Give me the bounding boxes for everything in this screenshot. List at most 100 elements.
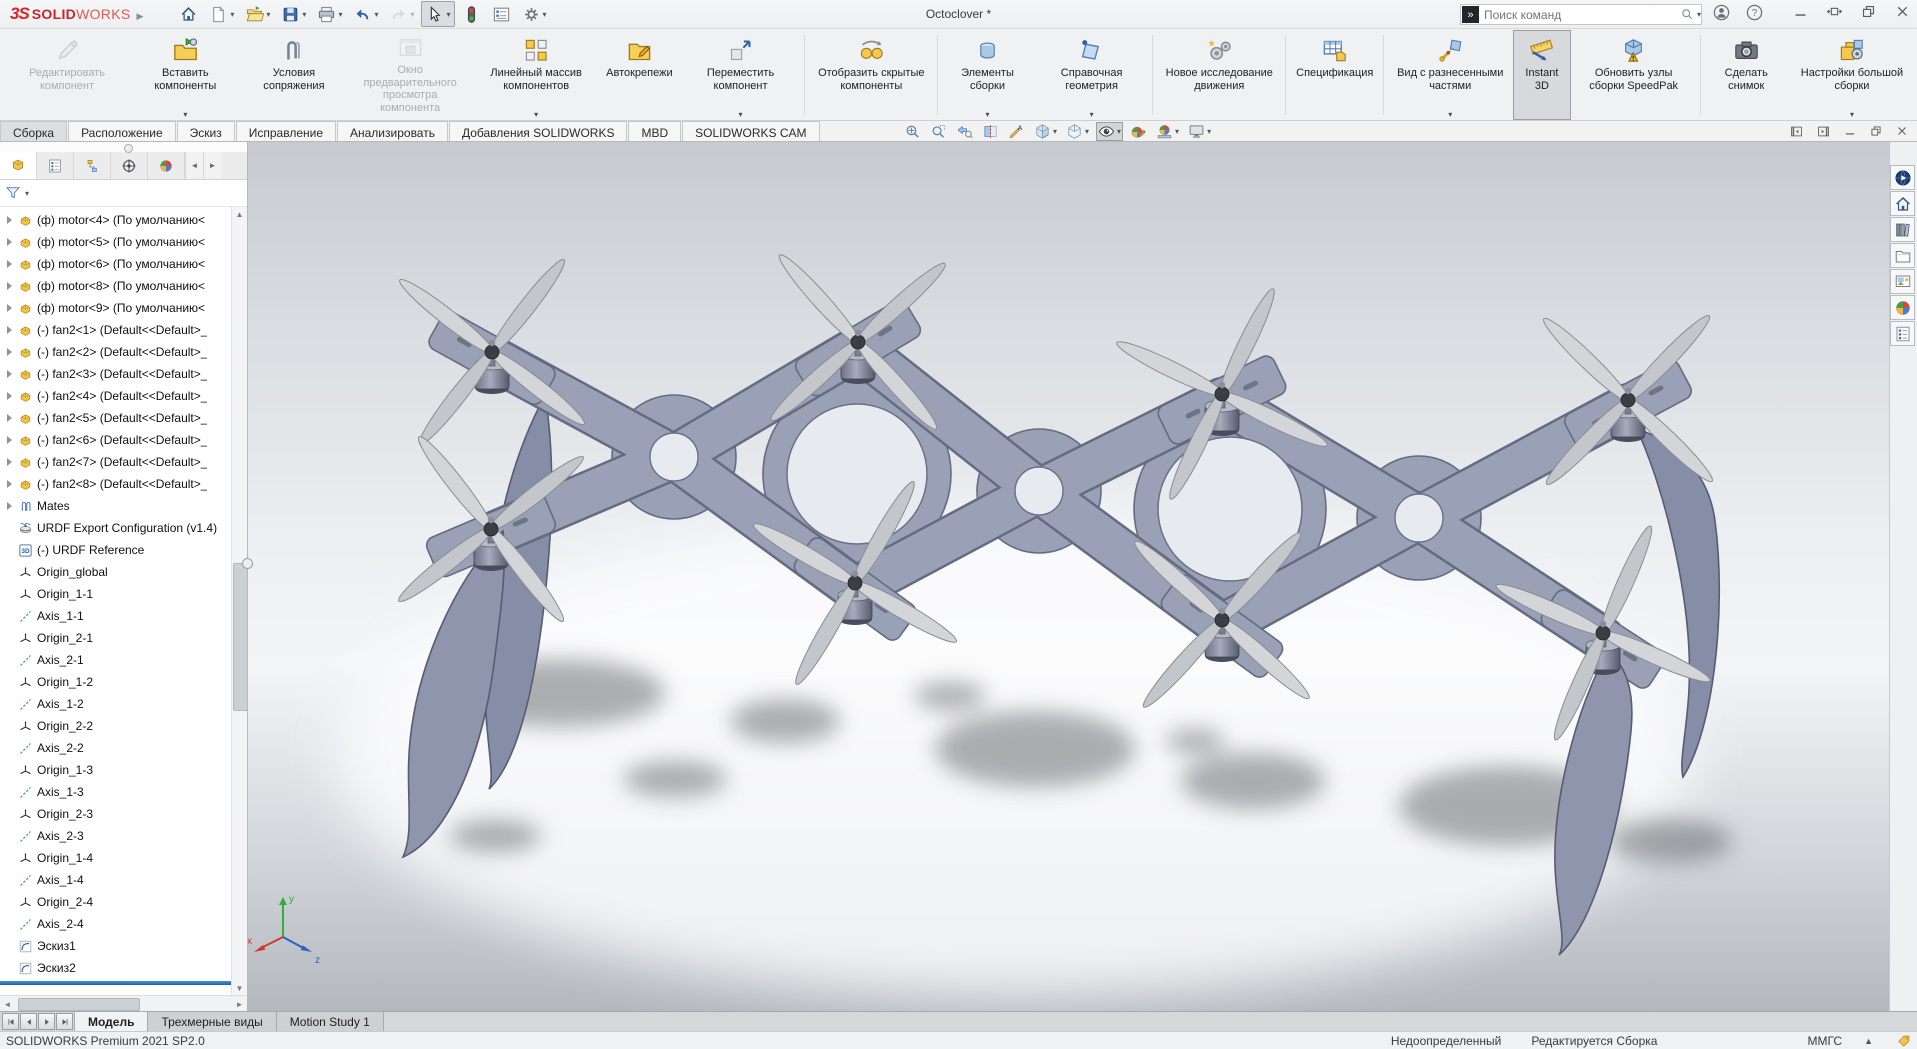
taskpane-appearances-scenes-button[interactable] xyxy=(1890,295,1915,320)
view-tab-модель[interactable]: Модель xyxy=(74,1012,148,1031)
ribbon-button-mates[interactable]: Условия сопряжения xyxy=(241,30,347,120)
zoom-fit-button[interactable] xyxy=(902,122,923,141)
pane-left-icon[interactable] xyxy=(1789,124,1804,139)
search-caret-icon[interactable]: ▾ xyxy=(1697,10,1701,19)
ribbon-button-move-component[interactable]: Переместить компонент xyxy=(680,30,802,120)
tag-icon[interactable] xyxy=(1897,1034,1911,1048)
dropdown-caret-icon[interactable]: ▾ xyxy=(543,10,547,19)
tree-item[interactable]: (-) fan2<8> (Default<<Default>_ xyxy=(0,473,247,495)
tree-item[interactable]: (ф) motor<9> (По умолчанию< xyxy=(0,297,247,319)
fullscreen-button[interactable] xyxy=(1826,3,1843,20)
dropdown-caret-icon[interactable]: ▾ xyxy=(446,10,450,19)
expand-arrow-icon[interactable] xyxy=(3,414,16,422)
tree-item[interactable]: Mates xyxy=(0,495,247,517)
previous-view-button[interactable] xyxy=(954,122,975,141)
graphics-viewport[interactable]: y x z xyxy=(0,141,1890,1012)
panel-tabs-scroll-left[interactable]: ◄ xyxy=(185,152,203,179)
scroll-thumb[interactable] xyxy=(18,998,140,1011)
tree-item[interactable]: Эскиз1 xyxy=(0,935,247,957)
print-button[interactable]: ▾ xyxy=(313,1,346,27)
command-tab-сборка[interactable]: Сборка xyxy=(0,121,67,141)
command-tab-mbd[interactable]: MBD xyxy=(628,121,681,141)
ribbon-button-insert-components[interactable]: Вставить компоненты xyxy=(130,30,241,120)
view-tab-motion-study-1[interactable]: Motion Study 1 xyxy=(277,1012,384,1031)
command-tab-solidworks-cam[interactable]: SOLIDWORKS CAM xyxy=(682,121,819,141)
command-tab-расположение[interactable]: Расположение xyxy=(68,121,176,141)
scroll-down-icon[interactable]: ▼ xyxy=(232,981,247,995)
tree-item[interactable]: (-) fan2<2> (Default<<Default>_ xyxy=(0,341,247,363)
first-tab-button[interactable] xyxy=(2,1013,19,1030)
tree-item[interactable]: Origin_1-3 xyxy=(0,759,247,781)
command-tab-анализировать[interactable]: Анализировать xyxy=(337,121,448,141)
ribbon-button-update-speedpak[interactable]: Обновить узлы сборки SpeedPak xyxy=(1571,30,1697,120)
dropdown-caret-icon[interactable]: ▾ xyxy=(1175,127,1179,136)
tree-vertical-scrollbar[interactable]: ▲ ▼ xyxy=(231,207,247,995)
help-icon[interactable]: ? xyxy=(1745,3,1764,22)
last-tab-button[interactable] xyxy=(56,1013,73,1030)
expand-arrow-icon[interactable] xyxy=(3,502,16,510)
tree-item[interactable]: Origin_global xyxy=(0,561,247,583)
panel-tab-displaymanager[interactable] xyxy=(148,152,185,179)
taskpane-view-palette-button[interactable] xyxy=(1890,269,1915,294)
rebuild-button[interactable] xyxy=(458,1,485,27)
tree-item[interactable]: (-) fan2<5> (Default<<Default>_ xyxy=(0,407,247,429)
tree-item[interactable]: URDF Export Configuration (v1.4) xyxy=(0,517,247,539)
logo-flyout-arrow-icon[interactable]: ▶ xyxy=(136,11,143,22)
open-button[interactable]: ▾ xyxy=(241,1,274,27)
taskpane-home-pane-button[interactable] xyxy=(1890,191,1915,216)
ribbon-button-reference-geometry[interactable]: Справочная геометрия xyxy=(1034,30,1150,120)
units-caret-icon[interactable]: ▲ xyxy=(1864,1036,1873,1046)
units-selector[interactable]: ММГС xyxy=(1807,1034,1842,1048)
ribbon-button-new-motion-study[interactable]: Новое исследование движения xyxy=(1156,30,1282,120)
doc-close-button[interactable] xyxy=(1895,124,1909,138)
redo-button[interactable]: ▾ xyxy=(385,1,418,27)
dropdown-caret-icon[interactable]: ▾ xyxy=(302,10,306,19)
tree-item[interactable]: (ф) motor<6> (По умолчанию< xyxy=(0,253,247,275)
tree-item[interactable]: (ф) motor<5> (По умолчанию< xyxy=(0,231,247,253)
panel-tabs-scroll-right[interactable]: ► xyxy=(203,152,221,179)
ribbon-button-instant-3d[interactable]: Instant 3D xyxy=(1513,30,1570,120)
user-account-icon[interactable] xyxy=(1712,3,1731,22)
tree-item[interactable]: (-) fan2<3> (Default<<Default>_ xyxy=(0,363,247,385)
scroll-left-icon[interactable]: ◄ xyxy=(0,996,15,1012)
expand-arrow-icon[interactable] xyxy=(3,282,16,290)
taskpane-file-explorer-button[interactable] xyxy=(1890,243,1915,268)
expand-arrow-icon[interactable] xyxy=(3,458,16,466)
hide-show-items-button[interactable]: ▾ xyxy=(1096,122,1123,141)
save-button[interactable]: ▾ xyxy=(277,1,310,27)
expand-arrow-icon[interactable] xyxy=(3,304,16,312)
command-tab-добавления-solidworks[interactable]: Добавления SOLIDWORKS xyxy=(449,121,628,141)
tree-item[interactable]: Origin_1-1 xyxy=(0,583,247,605)
ribbon-button-large-assembly-settings[interactable]: Настройки большой сборки xyxy=(1789,30,1915,120)
command-search[interactable]: » ▾ xyxy=(1460,4,1702,25)
tree-item[interactable]: Origin_2-1 xyxy=(0,627,247,649)
dropdown-caret-icon[interactable]: ▾ xyxy=(230,10,234,19)
expand-arrow-icon[interactable] xyxy=(3,260,16,268)
tree-horizontal-scrollbar[interactable]: ◄ ► xyxy=(0,995,247,1012)
options-button[interactable]: ▾ xyxy=(518,1,551,27)
tree-item[interactable]: (-) fan2<1> (Default<<Default>_ xyxy=(0,319,247,341)
pane-right-icon[interactable] xyxy=(1816,124,1831,139)
tree-item[interactable]: Axis_2-4 xyxy=(0,913,247,935)
tree-item[interactable]: (-) fan2<4> (Default<<Default>_ xyxy=(0,385,247,407)
ribbon-button-smart-fasteners[interactable]: Автокрепежи xyxy=(599,30,679,120)
expand-arrow-icon[interactable] xyxy=(3,480,16,488)
home-button[interactable] xyxy=(175,1,202,27)
section-view-button[interactable] xyxy=(980,122,1001,141)
dropdown-caret-icon[interactable]: ▾ xyxy=(1207,127,1211,136)
expand-arrow-icon[interactable] xyxy=(3,370,16,378)
file-properties-button[interactable] xyxy=(488,1,515,27)
search-input[interactable] xyxy=(1480,8,1680,22)
ribbon-button-bill-of-materials[interactable]: Спецификация xyxy=(1289,30,1380,120)
close-button[interactable] xyxy=(1894,3,1911,20)
tree-item[interactable]: Axis_1-4 xyxy=(0,869,247,891)
tree-item[interactable]: Origin_1-4 xyxy=(0,847,247,869)
expand-arrow-icon[interactable] xyxy=(3,436,16,444)
tree-item[interactable]: Axis_1-2 xyxy=(0,693,247,715)
zoom-area-button[interactable] xyxy=(928,122,949,141)
edit-appearance-button[interactable] xyxy=(1128,122,1149,141)
panel-splitter-handle[interactable] xyxy=(242,558,253,569)
doc-minimize-button[interactable] xyxy=(1843,124,1857,138)
undo-button[interactable]: ▾ xyxy=(349,1,382,27)
next-tab-button[interactable] xyxy=(38,1013,55,1030)
